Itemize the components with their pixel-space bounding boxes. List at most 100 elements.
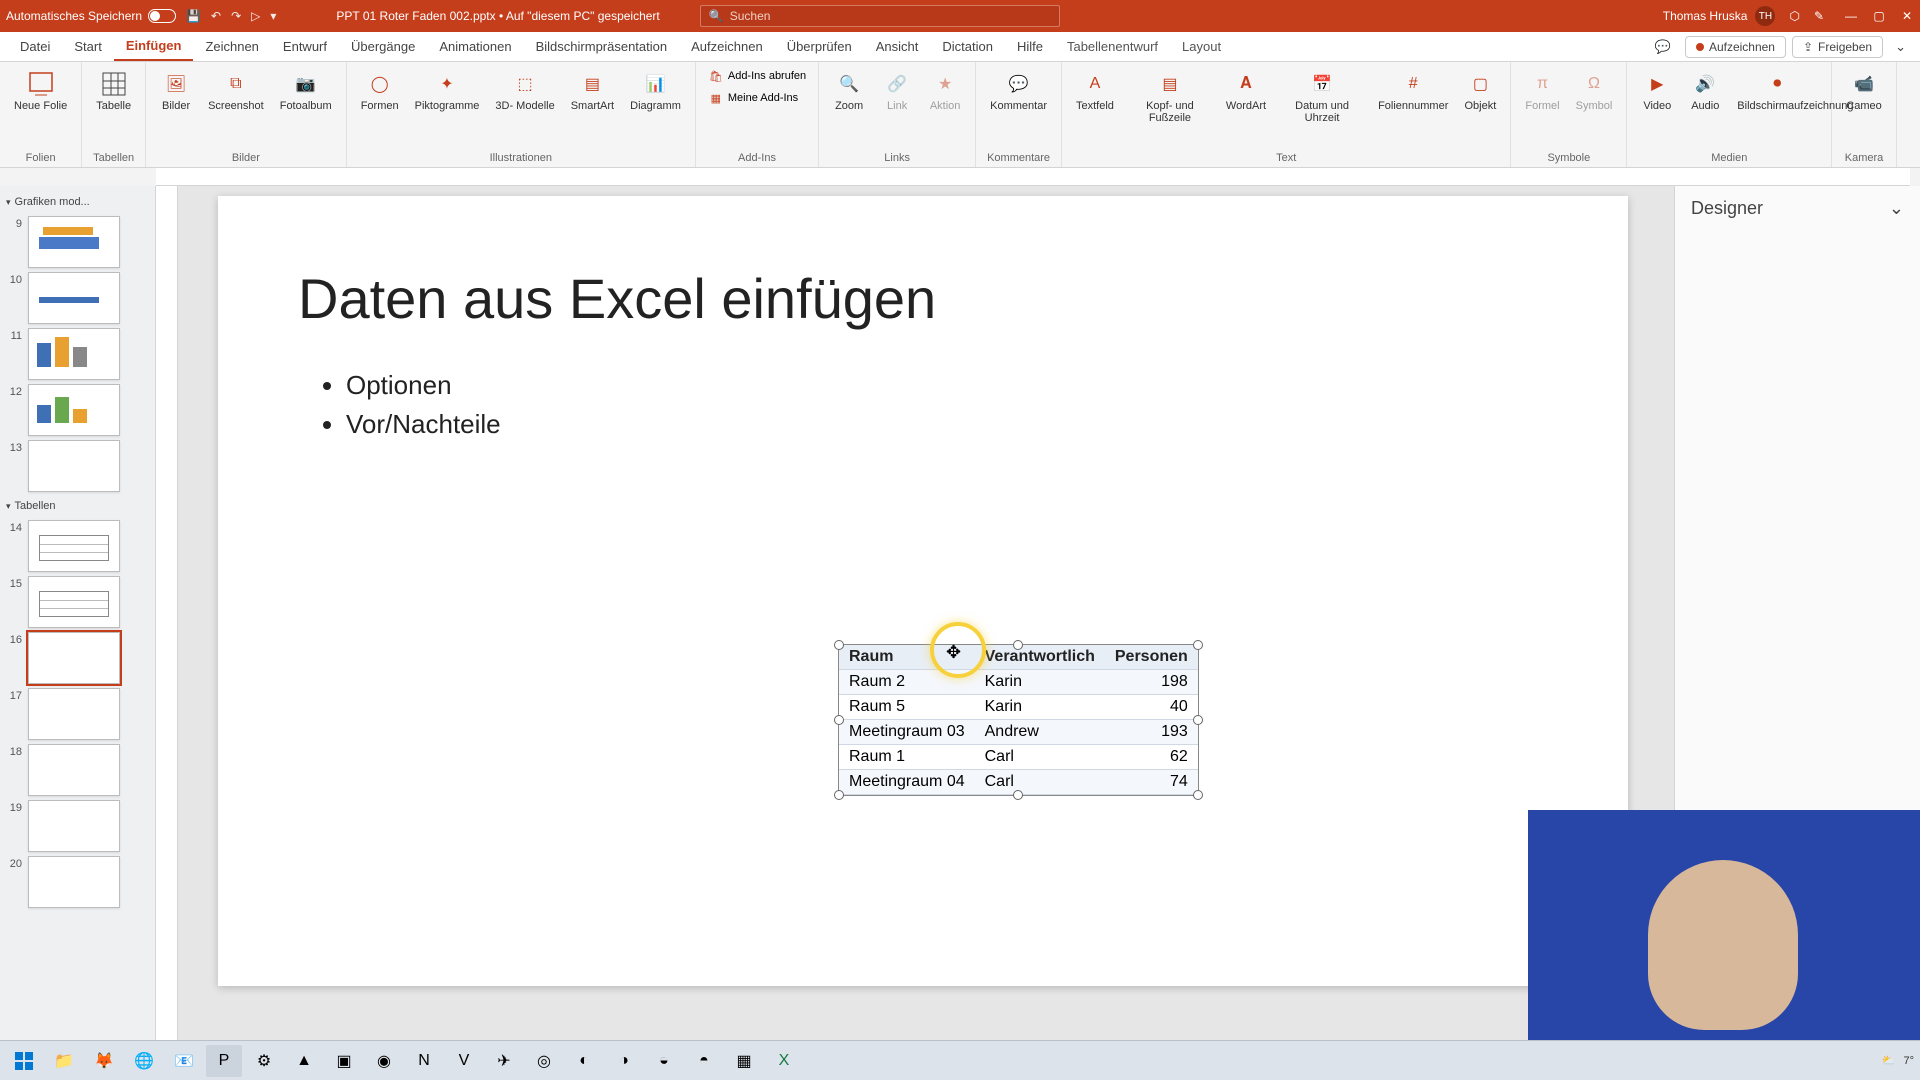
tabelle-button[interactable]: Tabelle xyxy=(90,66,137,116)
tab-animationen[interactable]: Animationen xyxy=(427,32,523,61)
objekt-button[interactable]: ▢Objekt xyxy=(1458,66,1502,116)
draw-icon[interactable]: ✎ xyxy=(1814,9,1824,23)
account-button[interactable]: Thomas Hruska TH xyxy=(1663,6,1776,26)
bildschirmaufzeichnung-button[interactable]: ⏺Bildschirmaufzeichnung xyxy=(1731,66,1823,116)
tab-hilfe[interactable]: Hilfe xyxy=(1005,32,1055,61)
aktion-button[interactable]: ★Aktion xyxy=(923,66,967,116)
neue-folie-button[interactable]: Neue Folie xyxy=(8,66,73,116)
thumb-14[interactable]: 14 xyxy=(4,520,149,572)
maximize-icon[interactable]: ▢ xyxy=(1872,9,1886,23)
thumb-12[interactable]: 12 xyxy=(4,384,149,436)
taskbar-telegram-icon[interactable]: ✈ xyxy=(486,1045,522,1077)
taskbar-app-icon[interactable]: ⚙ xyxy=(246,1045,282,1077)
resize-handle-nw[interactable] xyxy=(834,640,844,650)
formel-button[interactable]: πFormel xyxy=(1519,66,1565,116)
autosave-toggle[interactable]: Automatisches Speichern xyxy=(6,9,176,23)
foliennummer-button[interactable]: #Foliennummer xyxy=(1372,66,1454,116)
search-input[interactable] xyxy=(730,9,1051,23)
comments-icon[interactable]: 💬 xyxy=(1647,35,1679,59)
close-icon[interactable]: ✕ xyxy=(1900,9,1914,23)
resize-handle-n[interactable] xyxy=(1013,640,1023,650)
taskbar-onenote-icon[interactable]: N xyxy=(406,1045,442,1077)
tab-dictation[interactable]: Dictation xyxy=(930,32,1005,61)
taskbar-chrome-icon[interactable]: 🌐 xyxy=(126,1045,162,1077)
weather-icon[interactable]: ⛅ xyxy=(1882,1054,1896,1067)
resize-handle-s[interactable] xyxy=(1013,790,1023,800)
tab-layout[interactable]: Layout xyxy=(1170,32,1233,61)
tab-aufzeichnen[interactable]: Aufzeichnen xyxy=(679,32,775,61)
taskbar-vlc-icon[interactable]: ▲ xyxy=(286,1045,322,1077)
chevron-down-icon[interactable]: ⌄ xyxy=(1889,198,1904,219)
smartart-button[interactable]: ▤SmartArt xyxy=(565,66,620,116)
resize-handle-e[interactable] xyxy=(1193,715,1203,725)
aufzeichnen-button[interactable]: Aufzeichnen xyxy=(1685,36,1786,58)
taskbar-excel-icon[interactable]: X xyxy=(766,1045,802,1077)
resize-handle-sw[interactable] xyxy=(834,790,844,800)
freigeben-button[interactable]: ⇪Freigeben xyxy=(1792,36,1883,58)
bilder-button[interactable]: 🖼Bilder xyxy=(154,66,198,116)
taskbar-visio-icon[interactable]: V xyxy=(446,1045,482,1077)
system-tray[interactable]: ⛅ 7° xyxy=(1882,1054,1914,1067)
present-icon[interactable]: ▷ xyxy=(251,9,260,23)
taskbar-outlook-icon[interactable]: 📧 xyxy=(166,1045,202,1077)
diagramm-button[interactable]: 📊Diagramm xyxy=(624,66,687,116)
3d-modelle-button[interactable]: ⬚3D- Modelle xyxy=(489,66,560,116)
taskbar-app4-icon[interactable]: ◎ xyxy=(526,1045,562,1077)
embedded-excel-table[interactable]: Raum Verantwortlich Personen Raum 2Karin… xyxy=(838,644,1199,796)
datum-uhrzeit-button[interactable]: 📅Datum und Uhrzeit xyxy=(1276,66,1368,128)
resize-handle-ne[interactable] xyxy=(1193,640,1203,650)
addins-abrufen-button[interactable]: 🛍Add-Ins abrufen xyxy=(704,66,810,86)
thumb-19[interactable]: 19 xyxy=(4,800,149,852)
thumb-18[interactable]: 18 xyxy=(4,744,149,796)
tab-start[interactable]: Start xyxy=(62,32,113,61)
slide-body[interactable]: Optionen Vor/Nachteile xyxy=(318,366,501,444)
thumb-17[interactable]: 17 xyxy=(4,688,149,740)
customize-qat-icon[interactable]: ▾ xyxy=(270,9,276,23)
thumb-15[interactable]: 15 xyxy=(4,576,149,628)
tab-ansicht[interactable]: Ansicht xyxy=(864,32,931,61)
slide-thumbnails-panel[interactable]: Grafiken mod... 9 10 11 12 13 Tabellen 1… xyxy=(0,186,156,1056)
resize-handle-w[interactable] xyxy=(834,715,844,725)
kopf-fusszeile-button[interactable]: ▤Kopf- und Fußzeile xyxy=(1124,66,1216,128)
zoom-button[interactable]: 🔍Zoom xyxy=(827,66,871,116)
wordart-button[interactable]: 𝐀WordArt xyxy=(1220,66,1272,116)
slide-title[interactable]: Daten aus Excel einfügen xyxy=(298,266,936,331)
section-grafiken[interactable]: Grafiken mod... xyxy=(4,192,149,212)
taskbar-explorer-icon[interactable]: 📁 xyxy=(46,1045,82,1077)
fotoalbum-button[interactable]: 📷Fotoalbum xyxy=(274,66,338,116)
slide-canvas[interactable]: Daten aus Excel einfügen Optionen Vor/Na… xyxy=(218,196,1628,986)
toggle-icon[interactable] xyxy=(148,9,176,23)
tab-einfuegen[interactable]: Einfügen xyxy=(114,32,194,61)
thumb-16[interactable]: 16 xyxy=(4,632,149,684)
tab-tabellenentwurf[interactable]: Tabellenentwurf xyxy=(1055,32,1170,61)
tab-entwurf[interactable]: Entwurf xyxy=(271,32,339,61)
textfeld-button[interactable]: ATextfeld xyxy=(1070,66,1120,116)
tab-zeichnen[interactable]: Zeichnen xyxy=(193,32,270,61)
symbol-button[interactable]: ΩSymbol xyxy=(1570,66,1619,116)
meine-addins-button[interactable]: ▦Meine Add-Ins xyxy=(704,88,810,108)
video-button[interactable]: ▶Video xyxy=(1635,66,1679,116)
taskbar-app5-icon[interactable]: ◐ xyxy=(566,1045,602,1077)
start-button[interactable] xyxy=(6,1045,42,1077)
search-box[interactable]: 🔍 xyxy=(700,5,1060,27)
filename-label[interactable]: PPT 01 Roter Faden 002.pptx • Auf "diese… xyxy=(336,9,659,23)
cameo-button[interactable]: 📹Cameo xyxy=(1840,66,1887,116)
thumb-11[interactable]: 11 xyxy=(4,328,149,380)
undo-icon[interactable]: ↶ xyxy=(211,9,221,23)
taskbar-powerpoint-icon[interactable]: P xyxy=(206,1045,242,1077)
taskbar-firefox-icon[interactable]: 🦊 xyxy=(86,1045,122,1077)
taskbar-app6-icon[interactable]: ◑ xyxy=(606,1045,642,1077)
hexagon-icon[interactable]: ⬡ xyxy=(1789,9,1799,23)
save-icon[interactable]: 💾 xyxy=(186,9,201,23)
taskbar-app3-icon[interactable]: ◉ xyxy=(366,1045,402,1077)
screenshot-button[interactable]: ⧉Screenshot xyxy=(202,66,270,116)
taskbar-app2-icon[interactable]: ▣ xyxy=(326,1045,362,1077)
tab-datei[interactable]: Datei xyxy=(8,32,62,61)
redo-icon[interactable]: ↷ xyxy=(231,9,241,23)
tab-ueberpruefen[interactable]: Überprüfen xyxy=(775,32,864,61)
formen-button[interactable]: ◯Formen xyxy=(355,66,405,116)
tab-bildschirmpraesentation[interactable]: Bildschirmpräsentation xyxy=(524,32,680,61)
collapse-ribbon-icon[interactable]: ⌄ xyxy=(1889,39,1912,55)
tab-uebergaenge[interactable]: Übergänge xyxy=(339,32,427,61)
audio-button[interactable]: 🔊Audio xyxy=(1683,66,1727,116)
